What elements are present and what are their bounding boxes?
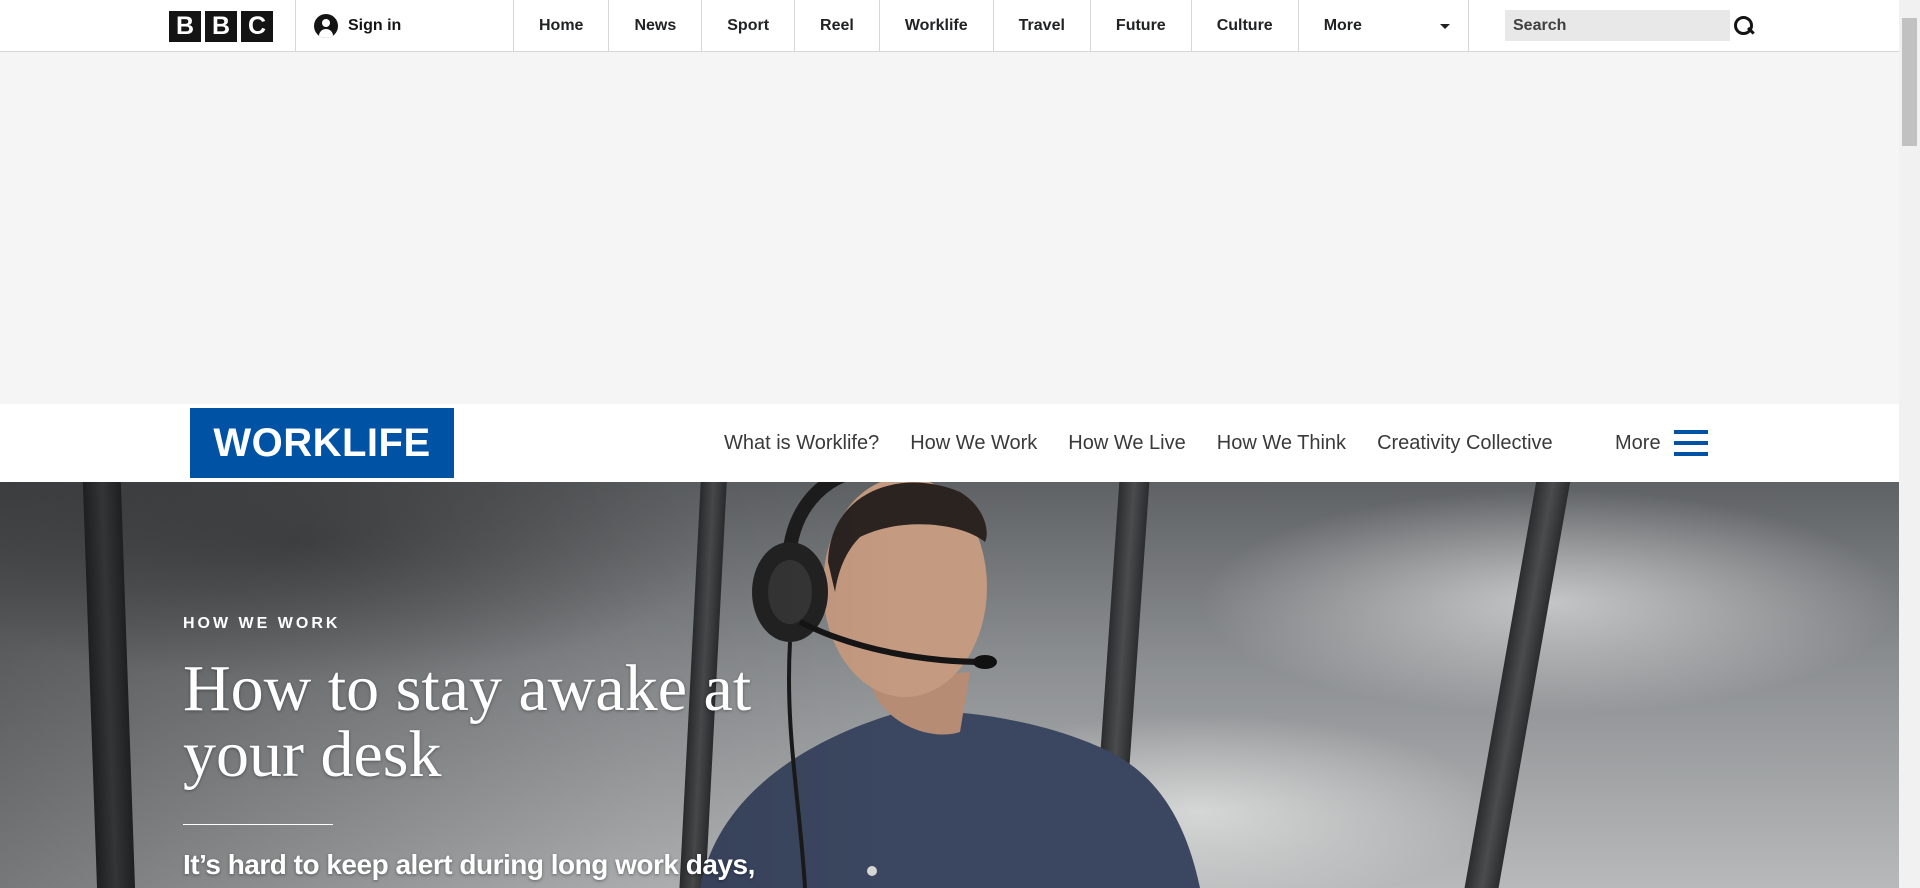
nav-item-home[interactable]: Home xyxy=(513,0,610,52)
nav-item-travel[interactable]: Travel xyxy=(994,0,1091,52)
headline-divider xyxy=(183,824,333,825)
section-link-what-is-worklife[interactable]: What is Worklife? xyxy=(724,432,879,455)
global-nav: Home News Sport Reel Worklife Travel Fut… xyxy=(513,0,1469,52)
bbc-logo[interactable]: B B C xyxy=(169,11,273,42)
section-link-creativity-collective[interactable]: Creativity Collective xyxy=(1377,432,1553,455)
section-nav: WORKLIFE What is Worklife? How We Work H… xyxy=(0,404,1899,482)
nav-item-culture[interactable]: Culture xyxy=(1192,0,1299,52)
nav-item-reel[interactable]: Reel xyxy=(795,0,880,52)
nav-item-news[interactable]: News xyxy=(609,0,703,52)
section-link-how-we-live[interactable]: How We Live xyxy=(1068,432,1185,455)
user-icon xyxy=(314,14,338,38)
section-more-button[interactable]: More xyxy=(1615,404,1708,482)
bbc-logo-letter: B xyxy=(169,11,201,42)
section-link-how-we-think[interactable]: How We Think xyxy=(1217,432,1346,455)
article-headline[interactable]: How to stay awake at your desk xyxy=(183,656,763,788)
scrollbar-thumb[interactable] xyxy=(1902,18,1917,146)
header-divider xyxy=(295,0,296,52)
chevron-down-icon xyxy=(1439,23,1450,29)
article-kicker[interactable]: HOW WE WORK xyxy=(183,615,340,633)
nav-item-future[interactable]: Future xyxy=(1091,0,1192,52)
hamburger-icon xyxy=(1673,430,1708,456)
bbc-logo-letter: C xyxy=(241,11,273,42)
sign-in-link[interactable]: Sign in xyxy=(314,14,401,38)
nav-item-worklife[interactable]: Worklife xyxy=(880,0,994,52)
nav-item-sport[interactable]: Sport xyxy=(702,0,796,52)
section-more-label: More xyxy=(1615,431,1661,454)
search-input[interactable] xyxy=(1513,16,1732,35)
ad-placeholder xyxy=(0,52,1899,404)
worklife-logo[interactable]: WORKLIFE xyxy=(190,408,454,478)
nav-more-button[interactable]: More xyxy=(1299,0,1469,52)
page-scrollbar[interactable] xyxy=(1899,0,1920,888)
section-link-how-we-work[interactable]: How We Work xyxy=(910,432,1037,455)
bbc-global-header: B B C Sign in Home News Sport Reel Workl… xyxy=(0,0,1899,52)
section-links: What is Worklife? How We Work How We Liv… xyxy=(724,404,1553,482)
hero-banner[interactable]: HOW WE WORK How to stay awake at your de… xyxy=(0,482,1899,888)
bbc-logo-letter: B xyxy=(205,11,237,42)
article-standfirst: It’s hard to keep alert during long work… xyxy=(183,849,755,880)
sign-in-label: Sign in xyxy=(348,17,402,34)
search-box[interactable] xyxy=(1505,10,1753,41)
nav-more-label: More xyxy=(1323,17,1362,34)
